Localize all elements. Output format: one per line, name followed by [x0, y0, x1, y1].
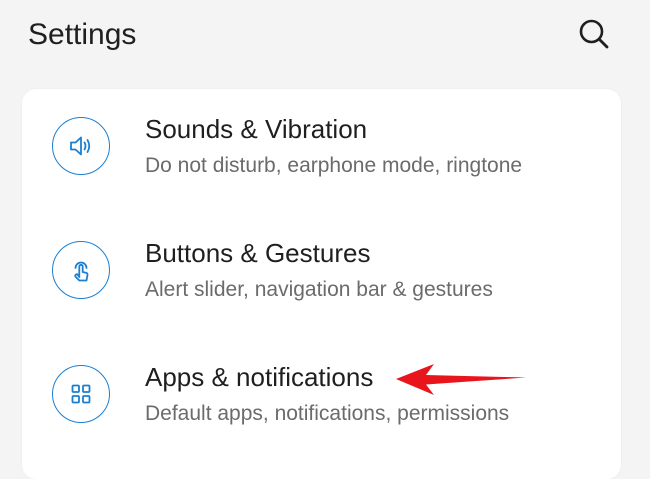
red-arrow-annotation [396, 364, 526, 395]
apps-grid-icon [52, 365, 110, 423]
speaker-icon [52, 117, 110, 175]
settings-item-buttons-gestures[interactable]: Buttons & Gestures Alert slider, navigat… [22, 213, 621, 337]
settings-item-title: Sounds & Vibration [145, 114, 368, 144]
settings-item-title: Buttons & Gestures [145, 238, 371, 268]
search-button[interactable] [574, 14, 614, 54]
app-header: Settings [0, 0, 650, 88]
settings-item-apps-notifications[interactable]: Apps & notifications Default apps, notif… [22, 337, 621, 461]
settings-item-subtitle: Default apps, notifications, permissions [145, 402, 510, 425]
touch-gesture-icon [52, 241, 110, 299]
settings-item-sounds-vibration[interactable]: Sounds & Vibration Do not disturb, earph… [22, 89, 621, 213]
page-title: Settings [28, 18, 137, 51]
settings-item-subtitle: Do not disturb, earphone mode, ringtone [145, 154, 523, 177]
search-icon [579, 19, 609, 49]
settings-item-title: Apps & notifications [145, 362, 374, 392]
settings-item-subtitle: Alert slider, navigation bar & gestures [145, 278, 493, 301]
